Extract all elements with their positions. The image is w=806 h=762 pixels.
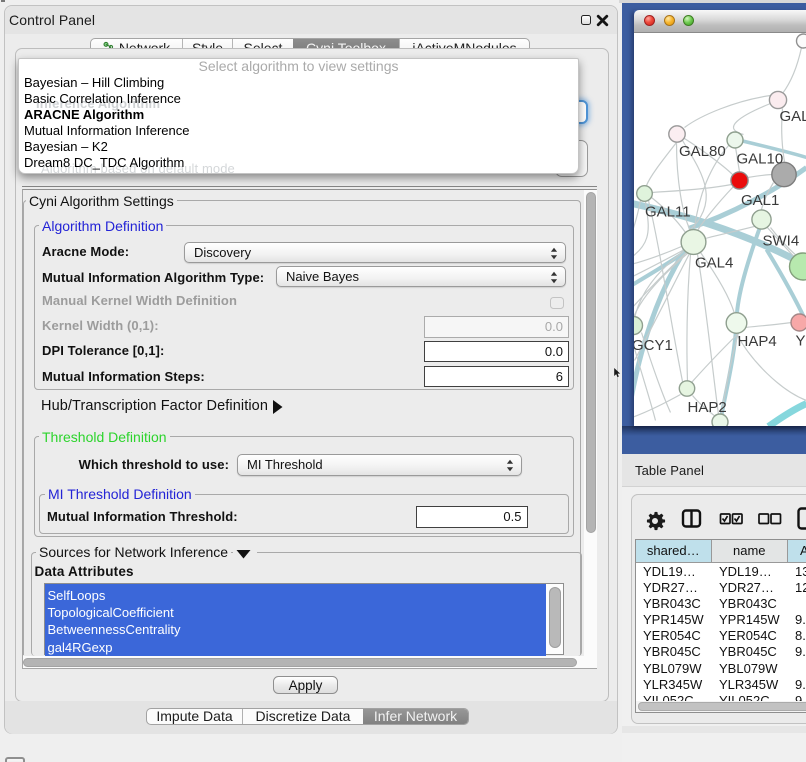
svg-text:GAL7: GAL7 (779, 108, 806, 125)
svg-text:SWI4: SWI4 (762, 232, 799, 249)
svg-text:GAL4: GAL4 (695, 254, 733, 271)
svg-text:YP: YP (795, 332, 806, 349)
svg-text:GCY1: GCY1 (634, 337, 673, 354)
svg-text:GAL10: GAL10 (736, 150, 783, 167)
svg-text:GAL11: GAL11 (645, 203, 691, 220)
svg-text:GAL80: GAL80 (679, 143, 726, 160)
svg-text:HAP4: HAP4 (737, 333, 776, 350)
svg-text:GAL1: GAL1 (741, 192, 779, 209)
svg-text:HAP2: HAP2 (687, 399, 726, 416)
